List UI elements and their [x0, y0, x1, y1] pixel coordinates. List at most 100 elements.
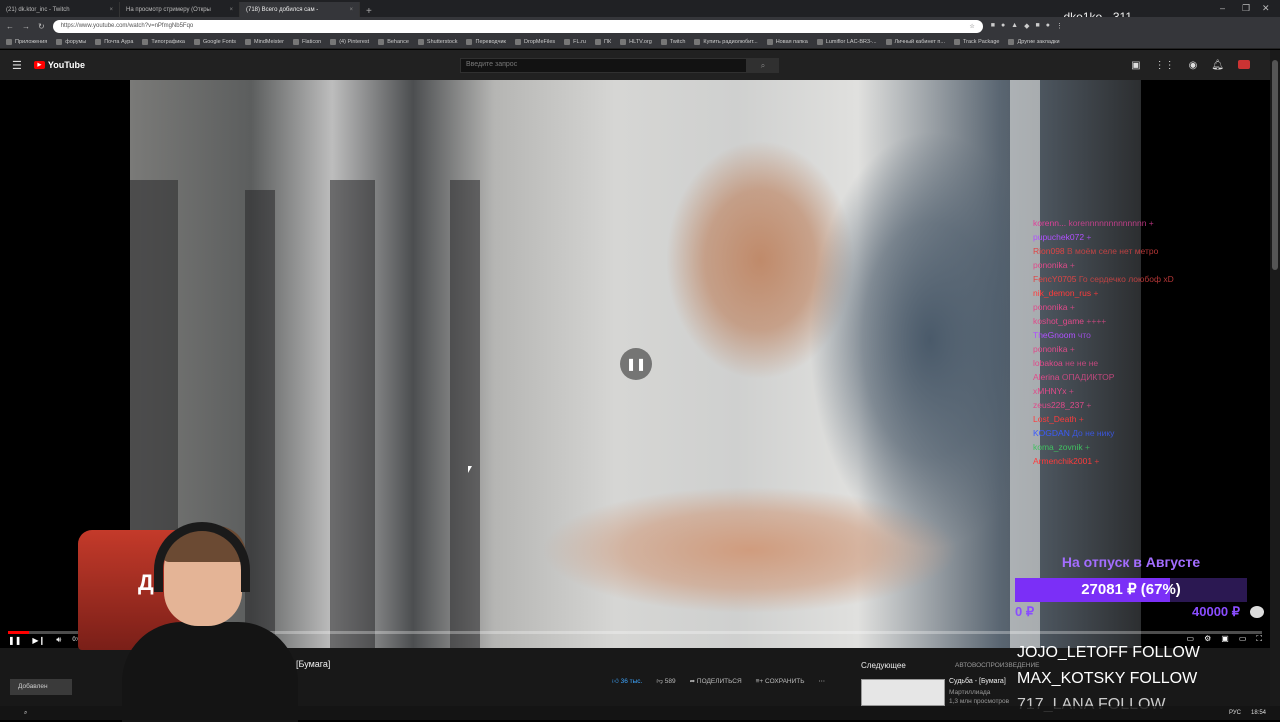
bookmark-icon	[466, 38, 473, 45]
bookmark-item[interactable]: HLTV.org	[620, 38, 652, 45]
search-icon[interactable]: ⌕	[24, 710, 27, 717]
chat-message: koshot_game ++++	[1033, 314, 1253, 328]
browser-tab[interactable]: На просмотр стримеру (Откры ×	[120, 2, 240, 17]
bookmark-item[interactable]: Shutterstock	[417, 38, 457, 45]
goal-title: На отпуск в Августе	[1061, 554, 1201, 570]
messages-icon[interactable]: ◉	[1189, 60, 1198, 71]
extension-icon[interactable]: ◆	[1024, 22, 1029, 30]
bookmark-item[interactable]: FL.ru	[564, 38, 586, 45]
chat-text: +	[1068, 386, 1074, 396]
browser-tab[interactable]: (21) dk.ktor_inc - Twitch ×	[0, 2, 120, 17]
pause-icon[interactable]: ❚❚	[8, 636, 21, 645]
chat-username: Alerina	[1033, 372, 1062, 382]
youtube-logo[interactable]: ▶ YouTube	[33, 60, 85, 70]
extension-icon[interactable]: ■	[991, 22, 995, 30]
bookmark-item[interactable]: Новая папка	[766, 38, 808, 45]
browser-tab-active[interactable]: (718) Всего добился сам - ×	[240, 2, 360, 17]
bookmark-item[interactable]: (4) Pinterest	[330, 38, 369, 45]
bookmark-item[interactable]: ПК	[595, 38, 611, 45]
notifications-icon[interactable]: 🔔︎	[1211, 60, 1224, 71]
star-icon[interactable]: ☆	[969, 23, 974, 30]
bookmark-label: Track Package	[963, 38, 1000, 45]
extension-icon[interactable]: ⋮	[1056, 22, 1063, 30]
bookmark-item[interactable]: DropMeFiles	[514, 38, 556, 45]
dislike-button[interactable]: 👎︎ 589	[656, 677, 675, 685]
bookmark-icon	[417, 38, 424, 45]
scrollbar-thumb[interactable]	[1272, 60, 1278, 270]
bookmark-icon	[694, 38, 701, 45]
extension-icon[interactable]: ●	[1046, 22, 1050, 30]
next-video-thumbnail[interactable]	[861, 679, 945, 706]
new-tab-button[interactable]: +	[360, 6, 378, 17]
menu-icon[interactable]: ☰	[12, 59, 22, 72]
more-icon[interactable]: ⋯	[819, 677, 826, 685]
search-input[interactable]: Введите запрос	[460, 58, 747, 73]
share-label: ПОДЕЛИТЬСЯ	[696, 678, 742, 685]
bookmark-item[interactable]: Типографика	[142, 38, 185, 45]
like-button[interactable]: 👍︎ 36 тыс.	[612, 677, 642, 685]
next-video-channel[interactable]: Мартиллиада	[949, 689, 990, 696]
fullscreen-icon[interactable]: ⛶	[1256, 634, 1262, 644]
avatar[interactable]	[1238, 60, 1250, 69]
mouse-cursor-icon	[468, 466, 472, 473]
chat-message: TheGnoom что	[1033, 328, 1253, 342]
bookmark-item[interactable]: Личный кабинет п...	[885, 38, 945, 45]
save-button[interactable]: ≡+ СОХРАНИТЬ	[756, 678, 805, 685]
bookmark-item[interactable]: Flaticon	[292, 38, 321, 45]
chat-message: FencY0705 Го сердечко лоюбоф xD	[1033, 272, 1253, 286]
header-actions: ▣ ⋮⋮ ◉ 🔔︎	[1131, 60, 1250, 71]
extension-icon[interactable]: ▲	[1011, 22, 1018, 30]
chat-message: zeus228_237 +	[1033, 398, 1253, 412]
minimize-icon[interactable]: –	[1220, 3, 1225, 13]
language-indicator[interactable]: РУС	[1229, 710, 1241, 716]
other-bookmarks[interactable]: Другие закладки	[1008, 38, 1060, 45]
close-icon[interactable]: ×	[229, 7, 233, 13]
bookmark-icon	[193, 38, 200, 45]
volume-icon[interactable]: 🔊︎	[56, 635, 61, 645]
pause-overlay-icon[interactable]: ❚❚	[620, 348, 652, 380]
miniplayer-icon[interactable]: ▣	[1221, 634, 1229, 644]
bookmark-item[interactable]: Behance	[378, 38, 409, 45]
bookmark-item[interactable]: Google Fonts	[193, 38, 236, 45]
bookmark-label: Купить радиолюбит...	[703, 38, 758, 45]
bookmark-item[interactable]: Приложения	[6, 38, 47, 45]
address-bar[interactable]: https://www.youtube.com/watch?v=nPfmgNb5…	[52, 19, 983, 33]
chat-message: pononika +	[1033, 300, 1253, 314]
folder-icon	[766, 38, 773, 45]
bookmark-item[interactable]: Почта Аура	[95, 38, 133, 45]
maximize-icon[interactable]: ❐	[1242, 3, 1250, 14]
clock[interactable]: 18:54	[1251, 710, 1266, 716]
bookmark-item[interactable]: Переводчик	[466, 38, 506, 45]
bookmark-item[interactable]: Купить радиолюбит...	[694, 38, 758, 45]
reload-icon[interactable]: ↻	[38, 22, 45, 31]
chat-text: ++++	[1086, 316, 1107, 326]
bookmark-item[interactable]: Lumiflor LAC-BR3-...	[816, 38, 877, 45]
close-icon[interactable]: ×	[109, 7, 113, 13]
extension-icon[interactable]: ■	[1036, 22, 1040, 30]
bookmark-item[interactable]: Twitch	[660, 38, 685, 45]
chat-username: koma_zovnik	[1033, 442, 1085, 452]
settings-icon[interactable]: ⚙	[1204, 634, 1211, 644]
chat-message: pupuchek072 +	[1033, 230, 1253, 244]
add-button[interactable]: Добавлен	[10, 679, 72, 695]
next-video-title[interactable]: Судьба - [Бумага]	[949, 678, 1006, 685]
share-button[interactable]: ➦ ПОДЕЛИТЬСЯ	[690, 677, 742, 685]
chat-username: TheGnoom	[1033, 330, 1078, 340]
apps-grid-icon[interactable]: ⋮⋮	[1155, 60, 1175, 71]
forward-icon[interactable]: →	[22, 22, 30, 31]
chat-username: Rion098	[1033, 246, 1068, 256]
bookmark-item[interactable]: Track Package	[954, 38, 1000, 45]
extension-icon[interactable]: ●	[1001, 22, 1005, 30]
bookmark-item[interactable]: MindMeister	[245, 38, 284, 45]
chat-username: pononika	[1033, 302, 1070, 312]
bookmark-label: DropMeFiles	[523, 38, 556, 45]
next-icon[interactable]: ▶❙	[32, 636, 45, 645]
chat-username: pononika	[1033, 260, 1070, 270]
bookmark-item[interactable]: форумы	[56, 38, 86, 45]
window-close-icon[interactable]: ✕	[1262, 3, 1270, 14]
create-video-icon[interactable]: ▣	[1131, 60, 1140, 71]
theater-icon[interactable]: ▭	[1239, 634, 1247, 644]
close-icon[interactable]: ×	[349, 7, 353, 13]
back-icon[interactable]: ←	[6, 22, 14, 31]
search-button[interactable]: ⌕	[747, 58, 779, 73]
